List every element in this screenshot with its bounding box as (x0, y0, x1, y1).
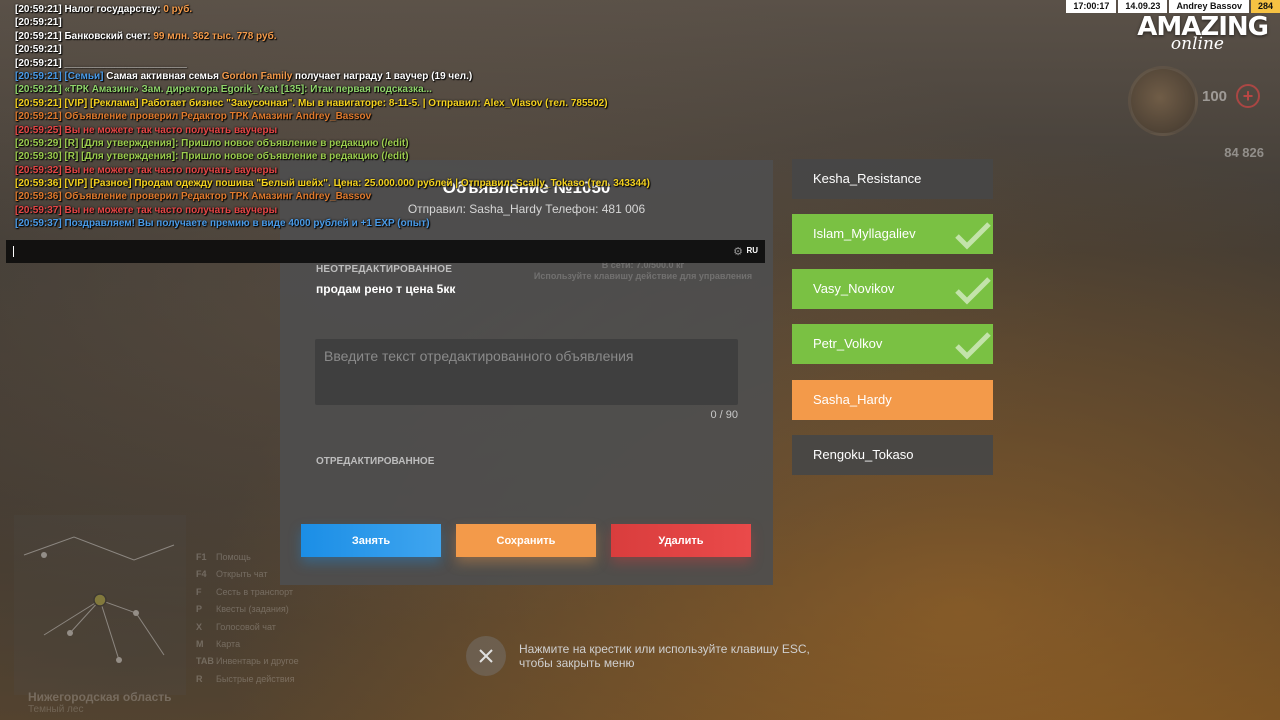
chat-segment: 99 млн. 362 тыс. 778 руб. (153, 30, 277, 42)
chat-line: [20:59:30] [R] [Для утверждения]: Пришло… (15, 150, 795, 163)
brand-logo: AMAZING online (1108, 14, 1269, 53)
chat-segment: Самая активная семья (106, 70, 222, 82)
editor-item[interactable]: Vasy_Novikov (792, 269, 993, 309)
hotkey-row: X Голосовой чат (196, 621, 276, 632)
minimap-roads (23, 536, 175, 663)
chat-segment: получает награду 1 ваучер (19 чел.) (292, 70, 473, 82)
chat-segment: [20:59:21] Банковский счет: (15, 30, 154, 42)
player-marker-icon (93, 593, 107, 607)
chat-line: [20:59:36] Объявление проверил Редактор … (15, 190, 795, 203)
chat-line: [20:59:36] [VIP] [Разное] Продам одежду … (15, 177, 795, 190)
language-indicator[interactable]: RU (746, 246, 758, 255)
chat-line: [20:59:32] Вы не можете так часто получа… (15, 164, 795, 177)
region-name: Нижегородская область (28, 690, 172, 704)
close-button[interactable] (466, 636, 506, 676)
hotkey-row: P Квесты (задания) (196, 604, 289, 615)
status-time: 17:00:17 (1066, 0, 1117, 13)
hud-money: 84 826 (1224, 145, 1264, 160)
gear-icon[interactable]: ⚙ (733, 245, 743, 258)
chat-line: [20:59:29] [R] [Для утверждения]: Пришло… (15, 137, 795, 150)
chat-line: [20:59:21] Банковский счет: 99 млн. 362 … (15, 30, 795, 43)
chat-segment: [20:59:21] ______________________ (15, 57, 187, 69)
editor-item[interactable]: Sasha_Hardy (792, 380, 993, 420)
editor-name: Islam_Myllagaliev (813, 226, 916, 241)
editor-item[interactable]: Petr_Volkov (792, 324, 993, 364)
chat-line: [20:59:37] Вы не можете так часто получа… (15, 204, 795, 217)
background-status: В сети: 7.0/500.0 кг Используйте клавишу… (533, 260, 753, 281)
editor-name: Sasha_Hardy (813, 392, 892, 407)
chat-segment: [20:59:21] (15, 44, 62, 56)
chat-segment: [20:59:36] [VIP] [Разное] Продам одежду … (15, 178, 650, 190)
chat-segment: [20:59:21] (15, 17, 62, 29)
chat-input[interactable]: ⚙ RU (6, 240, 765, 263)
hud-avatar (1128, 66, 1198, 136)
chat-line: [20:59:21] ______________________ (15, 57, 795, 70)
chat-line: [20:59:21] [Семьи] Самая активная семья … (15, 70, 795, 83)
check-icon (955, 222, 991, 250)
hud-health: 100 (1202, 88, 1228, 105)
char-counter: 0 / 90 (710, 409, 738, 421)
region-subname: Темный лес (28, 704, 84, 715)
chat-segment: [20:59:21] «ТРК Амазинг» Зам. директора … (15, 84, 432, 96)
chat-segment: [20:59:36] Объявление проверил Редактор … (15, 191, 372, 203)
chat-line: [20:59:25] Вы не можете так часто получа… (15, 124, 795, 137)
editor-item[interactable]: Rengoku_Tokaso (792, 435, 993, 475)
chat-segment: [20:59:32] Вы не можете так часто получа… (15, 164, 278, 176)
chat-segment: [20:59:21] Налог государству: (15, 4, 164, 15)
chat-segment: 0 руб. (163, 4, 193, 15)
editor-name: Kesha_Resistance (813, 171, 922, 186)
editor-name: Petr_Volkov (813, 336, 883, 351)
chat-segment: [20:59:30] [R] [Для утверждения]: Пришло… (15, 151, 409, 163)
chat-line: [20:59:21] (15, 43, 795, 56)
hotkey-row: TAB Инвентарь и другое (196, 656, 299, 667)
chat-line: [20:59:21] «ТРК Амазинг» Зам. директора … (15, 83, 795, 96)
chat-segment: [20:59:37] Поздравляем! Вы получаете пре… (15, 218, 430, 230)
check-icon (955, 332, 991, 360)
hotkey-row: M Карта (196, 638, 241, 649)
edited-label: ОТРЕДАКТИРОВАННОЕ (316, 456, 435, 467)
hotkey-row: R Быстрые действия (196, 673, 295, 684)
minimap (14, 515, 186, 695)
hotkey-row: F Сесть в транспорт (196, 586, 294, 597)
health-plus-icon: + (1236, 84, 1260, 108)
take-button[interactable]: Занять (301, 524, 441, 557)
chat-segment: [20:59:37] Вы не можете так часто получа… (15, 204, 278, 216)
chat-line: [20:59:21] [VIP] [Реклама] Работает бизн… (15, 97, 795, 110)
unedited-label: НЕОТРЕДАКТИРОВАННОЕ (316, 264, 453, 275)
chat-line: [20:59:21] (15, 16, 795, 29)
chat-line: [20:59:21] Налог государству: 0 руб. (15, 3, 795, 16)
chat-segment: [20:59:21] [VIP] [Реклама] Работает бизн… (15, 97, 608, 109)
chat-segment: [20:59:25] Вы не можете так часто получа… (15, 124, 278, 136)
chat-segment: [20:59:21] [Семьи] (15, 70, 107, 82)
chat-line: [20:59:21] Объявление проверил Редактор … (15, 110, 795, 123)
close-hint: Нажмите на крестик или используйте клави… (519, 642, 810, 670)
editor-name: Vasy_Novikov (813, 281, 895, 296)
check-icon (955, 277, 991, 305)
edited-text-input[interactable] (315, 339, 738, 405)
close-icon (479, 649, 493, 663)
chat-segment: Gordon Family (221, 70, 293, 82)
unedited-text: продам рено т цена 5кк (316, 282, 456, 296)
chat-line: [20:59:37] Поздравляем! Вы получаете пре… (15, 217, 795, 230)
chat-log: [20:59:21] Налог государству: 0 руб. [20:… (15, 3, 795, 231)
chat-segment: [20:59:21] Объявление проверил Редактор … (15, 111, 372, 123)
text-caret (13, 246, 14, 257)
delete-button[interactable]: Удалить (611, 524, 751, 557)
editor-name: Rengoku_Tokaso (813, 447, 914, 462)
editor-item[interactable]: Kesha_Resistance (792, 159, 993, 199)
chat-segment: [20:59:29] [R] [Для утверждения]: Пришло… (15, 137, 409, 149)
editor-item[interactable]: Islam_Myllagaliev (792, 214, 993, 254)
save-button[interactable]: Сохранить (456, 524, 596, 557)
